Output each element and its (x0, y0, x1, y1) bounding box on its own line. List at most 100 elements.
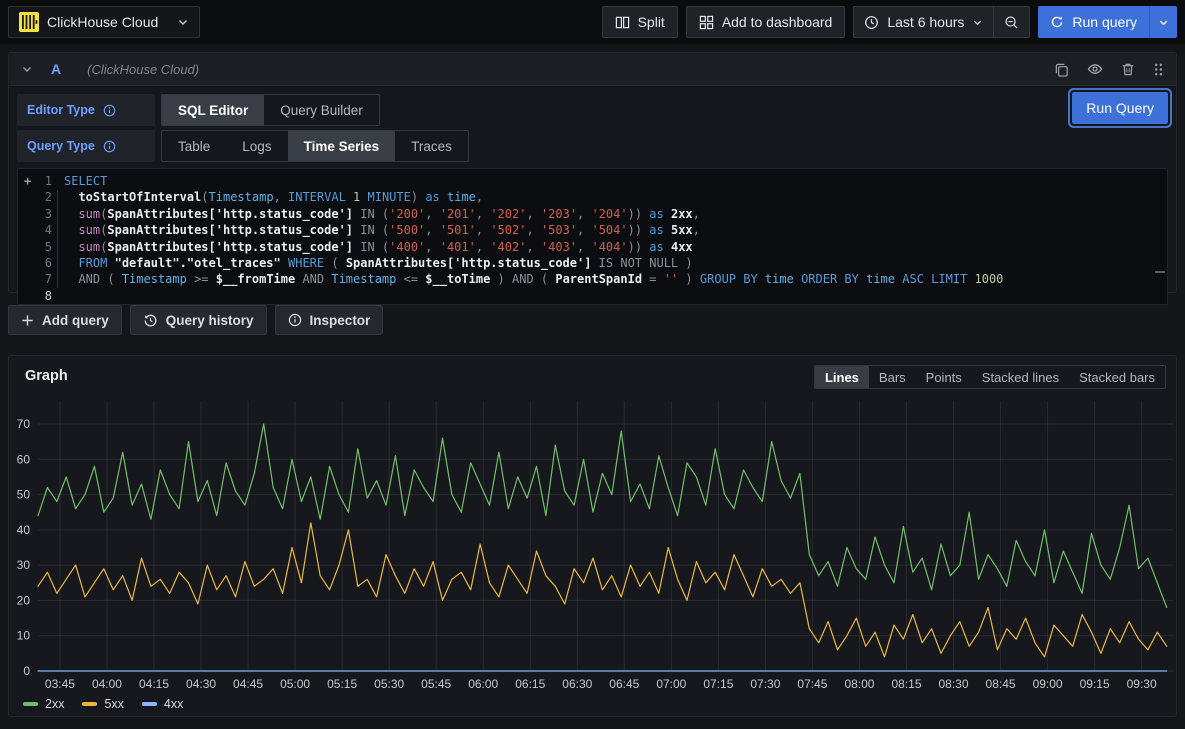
run-query-split-button: Run query (1038, 6, 1177, 38)
inspector-button[interactable]: Inspector (275, 305, 384, 335)
svg-text:0: 0 (23, 664, 30, 678)
zoom-out-icon (1004, 15, 1019, 30)
info-icon (288, 313, 302, 327)
time-range-picker[interactable]: Last 6 hours (854, 7, 993, 37)
svg-text:60: 60 (17, 452, 31, 466)
code-line[interactable]: 6 FROM "default"."otel_traces" WHERE ( S… (18, 255, 1167, 271)
svg-text:06:00: 06:00 (468, 677, 498, 691)
line-number: 8 (18, 288, 52, 304)
indent-guide (57, 190, 58, 288)
graph-mode-stacked-lines[interactable]: Stacked lines (972, 366, 1069, 388)
chart-area[interactable]: 01020304050607003:4504:0004:1504:3004:45… (9, 396, 1176, 696)
line-number: 3 (18, 206, 52, 222)
run-query-button[interactable]: Run query (1038, 6, 1149, 38)
sql-code: +1SELECT2 toStartOfInterval(Timestamp, I… (18, 173, 1167, 304)
graph-mode-lines[interactable]: Lines (815, 366, 869, 388)
query-type-option-table[interactable]: Table (162, 131, 226, 161)
graph-mode-bars[interactable]: Bars (869, 366, 916, 388)
split-icon (615, 15, 630, 30)
editor-type-option-sql-editor[interactable]: SQL Editor (162, 95, 264, 125)
info-icon[interactable] (103, 104, 116, 117)
line-number: 7 (18, 271, 52, 287)
editor-scrollbar[interactable] (1155, 271, 1165, 273)
add-to-dashboard-button[interactable]: Add to dashboard (686, 6, 846, 38)
datasource-picker[interactable]: ClickHouse Cloud (8, 6, 200, 38)
sql-code-editor[interactable]: +1SELECT2 toStartOfInterval(Timestamp, I… (17, 168, 1168, 305)
svg-text:08:30: 08:30 (939, 677, 969, 691)
svg-text:08:00: 08:00 (844, 677, 874, 691)
remove-query-trash-icon[interactable] (1121, 62, 1135, 77)
line-number: 5 (18, 239, 52, 255)
legend-label-5xx: 5xx (104, 697, 123, 711)
legend-label-2xx: 2xx (45, 697, 64, 711)
collapse-chevron-icon[interactable] (21, 63, 33, 75)
plus-icon (21, 314, 34, 327)
chart-legend: 2xx 5xx 4xx (23, 697, 183, 711)
zoom-out-button[interactable] (994, 7, 1029, 37)
query-type-option-traces[interactable]: Traces (395, 131, 468, 161)
duplicate-query-icon[interactable] (1054, 62, 1069, 77)
code-line[interactable]: 8 (18, 288, 1167, 304)
svg-text:07:30: 07:30 (750, 677, 780, 691)
query-history-button[interactable]: Query history (130, 305, 267, 335)
svg-text:07:45: 07:45 (797, 677, 827, 691)
query-editor-panel: A (ClickHouse Cloud) Run Query Editor Ty… (8, 52, 1177, 293)
clock-icon (864, 15, 879, 30)
code-line[interactable]: 7 AND ( Timestamp >= $__fromTime AND Tim… (18, 271, 1167, 287)
svg-text:09:30: 09:30 (1127, 677, 1157, 691)
graph-mode-stacked-bars[interactable]: Stacked bars (1069, 366, 1165, 388)
info-icon[interactable] (103, 140, 116, 153)
editor-type-option-query-builder[interactable]: Query Builder (264, 95, 379, 125)
legend-item-4xx[interactable]: 4xx (142, 697, 183, 711)
svg-text:50: 50 (17, 488, 31, 502)
add-query-label: Add query (42, 313, 109, 328)
graph-panel: Graph Lines Bars Points Stacked lines St… (8, 355, 1177, 717)
graph-title: Graph (25, 368, 68, 384)
query-row-header[interactable]: A (ClickHouse Cloud) (9, 53, 1176, 86)
svg-text:09:15: 09:15 (1080, 677, 1110, 691)
add-query-button[interactable]: Add query (8, 305, 122, 335)
svg-text:07:00: 07:00 (656, 677, 686, 691)
top-nav: ClickHouse Cloud Split Add to dashboard … (0, 0, 1185, 44)
svg-text:07:15: 07:15 (703, 677, 733, 691)
code-line[interactable]: 3 sum(SpanAttributes['http.status_code']… (18, 206, 1167, 222)
hide-response-eye-icon[interactable] (1087, 61, 1103, 77)
line-number: 6 (18, 255, 52, 271)
code-line[interactable]: +1SELECT (18, 173, 1167, 189)
run-query-label: Run query (1072, 14, 1137, 30)
legend-label-4xx: 4xx (164, 697, 183, 711)
code-line[interactable]: 4 sum(SpanAttributes['http.status_code']… (18, 222, 1167, 238)
run-query-panel-button[interactable]: Run Query (1072, 92, 1168, 124)
graph-panel-header: Graph Lines Bars Points Stacked lines St… (9, 356, 1176, 396)
query-datasource-name: (ClickHouse Cloud) (87, 62, 199, 77)
query-type-label-chip: Query Type (17, 130, 155, 162)
svg-text:04:30: 04:30 (186, 677, 216, 691)
query-type-option-logs[interactable]: Logs (226, 131, 287, 161)
query-refid[interactable]: A (51, 61, 61, 77)
history-icon (143, 313, 158, 328)
svg-text:03:45: 03:45 (45, 677, 75, 691)
legend-item-2xx[interactable]: 2xx (23, 697, 64, 711)
editor-type-label: Editor Type (27, 103, 95, 117)
query-type-toggle: Table Logs Time Series Traces (161, 130, 469, 162)
svg-text:05:15: 05:15 (327, 677, 357, 691)
chevron-down-icon (177, 16, 189, 28)
query-history-label: Query history (166, 313, 254, 328)
inspector-label: Inspector (310, 313, 371, 328)
svg-text:05:30: 05:30 (374, 677, 404, 691)
editor-type-label-chip: Editor Type (17, 94, 155, 126)
code-line[interactable]: 5 sum(SpanAttributes['http.status_code']… (18, 239, 1167, 255)
query-type-option-time-series[interactable]: Time Series (288, 131, 396, 161)
svg-text:70: 70 (17, 417, 31, 431)
code-line[interactable]: 2 toStartOfInterval(Timestamp, INTERVAL … (18, 189, 1167, 205)
add-line-icon[interactable]: + (24, 173, 31, 189)
svg-text:04:45: 04:45 (233, 677, 263, 691)
graph-mode-points[interactable]: Points (916, 366, 972, 388)
datasource-label: ClickHouse Cloud (47, 14, 169, 30)
run-query-options-button[interactable] (1150, 6, 1177, 38)
legend-swatch-5xx (82, 702, 97, 706)
split-button[interactable]: Split (602, 6, 678, 38)
legend-item-5xx[interactable]: 5xx (82, 697, 123, 711)
editor-type-toggle: SQL Editor Query Builder (161, 94, 380, 126)
drag-handle-icon[interactable] (1153, 62, 1164, 77)
